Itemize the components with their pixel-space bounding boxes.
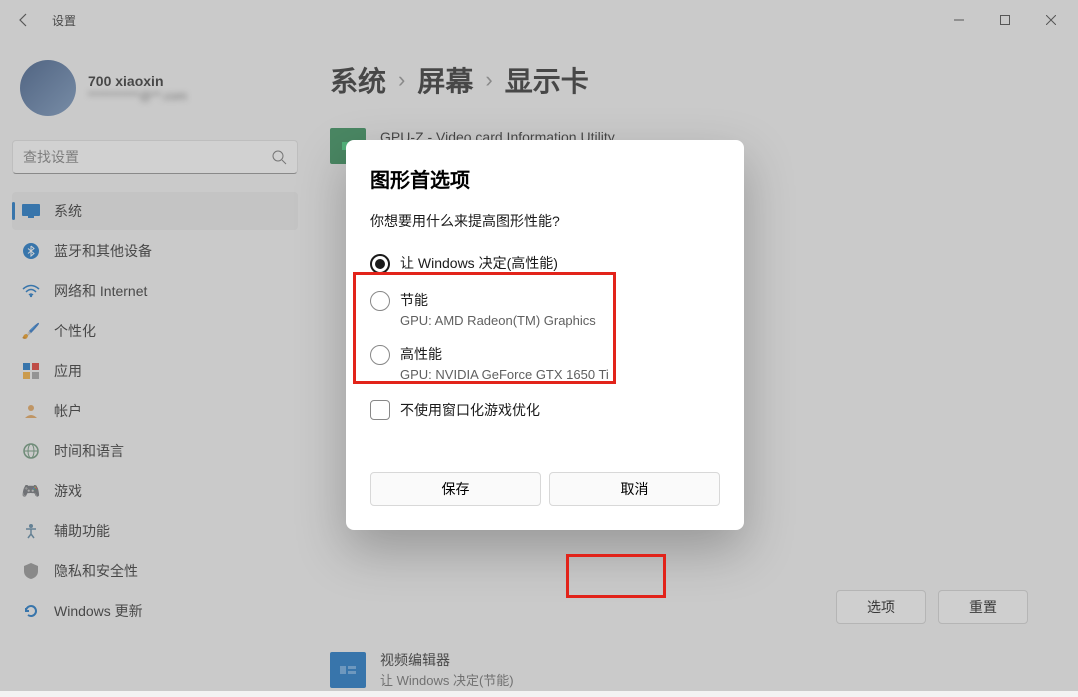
graphics-preference-dialog: 图形首选项 你想要用什么来提高图形性能? 让 Windows 决定(高性能) 节… — [346, 140, 744, 530]
radio-desc: GPU: AMD Radeon(TM) Graphics — [400, 313, 596, 328]
radio-high-performance[interactable]: 高性能 GPU: NVIDIA GeForce GTX 1650 Ti — [370, 338, 720, 388]
radio-let-windows-decide[interactable]: 让 Windows 决定(高性能) — [370, 247, 720, 280]
radio-icon — [370, 254, 390, 274]
radio-label: 节能 — [400, 290, 596, 310]
dialog-question: 你想要用什么来提高图形性能? — [370, 211, 720, 231]
checkbox-windowed-games[interactable]: 不使用窗口化游戏优化 — [370, 400, 720, 420]
dialog-title: 图形首选项 — [370, 164, 720, 193]
radio-label: 让 Windows 决定(高性能) — [400, 253, 558, 273]
save-button[interactable]: 保存 — [370, 472, 541, 506]
radio-group: 让 Windows 决定(高性能) 节能 GPU: AMD Radeon(TM)… — [370, 247, 720, 388]
checkbox-icon — [370, 400, 390, 420]
checkbox-label: 不使用窗口化游戏优化 — [400, 400, 540, 420]
cancel-button[interactable]: 取消 — [549, 472, 720, 506]
radio-icon — [370, 345, 390, 365]
radio-desc: GPU: NVIDIA GeForce GTX 1650 Ti — [400, 367, 609, 382]
radio-label: 高性能 — [400, 344, 609, 364]
radio-power-saving[interactable]: 节能 GPU: AMD Radeon(TM) Graphics — [370, 284, 720, 334]
radio-icon — [370, 291, 390, 311]
modal-overlay: 图形首选项 你想要用什么来提高图形性能? 让 Windows 决定(高性能) 节… — [0, 0, 1078, 691]
